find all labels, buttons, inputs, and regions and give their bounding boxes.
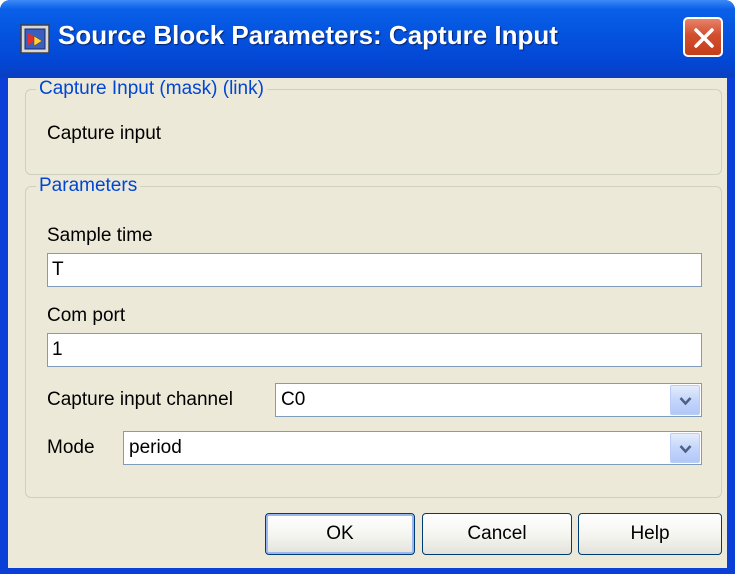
cancel-button[interactable]: Cancel [422,513,572,555]
dialog-body: Capture Input (mask) (link) Capture inpu… [8,78,727,568]
help-button[interactable]: Help [578,513,722,555]
title-bar[interactable]: Source Block Parameters: Capture Input [0,0,735,78]
close-button[interactable] [683,17,723,57]
window-title: Source Block Parameters: Capture Input [58,20,558,50]
simulink-block-icon[interactable] [20,24,50,54]
capture-channel-dropdown-button[interactable] [670,385,700,415]
close-icon [694,28,714,48]
chevron-down-icon [679,397,692,406]
capture-channel-label: Capture input channel [47,389,233,410]
description-text: Capture input [47,123,162,144]
com-port-input[interactable]: 1 [47,333,702,367]
com-port-label: Com port [47,305,126,326]
mode-value: period [129,437,182,458]
capture-channel-select[interactable]: C0 [275,383,702,417]
ok-button[interactable]: OK [265,513,415,555]
chevron-down-icon [679,445,692,454]
capture-channel-value: C0 [281,389,306,410]
sample-time-label: Sample time [47,225,153,246]
sample-time-input[interactable]: T [47,253,702,287]
mode-dropdown-button[interactable] [670,433,700,463]
parameters-group-legend: Parameters [36,175,141,197]
mode-label: Mode [47,437,95,458]
dialog-window: Source Block Parameters: Capture Input C… [0,0,735,574]
mode-select[interactable]: period [123,431,702,465]
description-group-legend: Capture Input (mask) (link) [36,78,267,100]
